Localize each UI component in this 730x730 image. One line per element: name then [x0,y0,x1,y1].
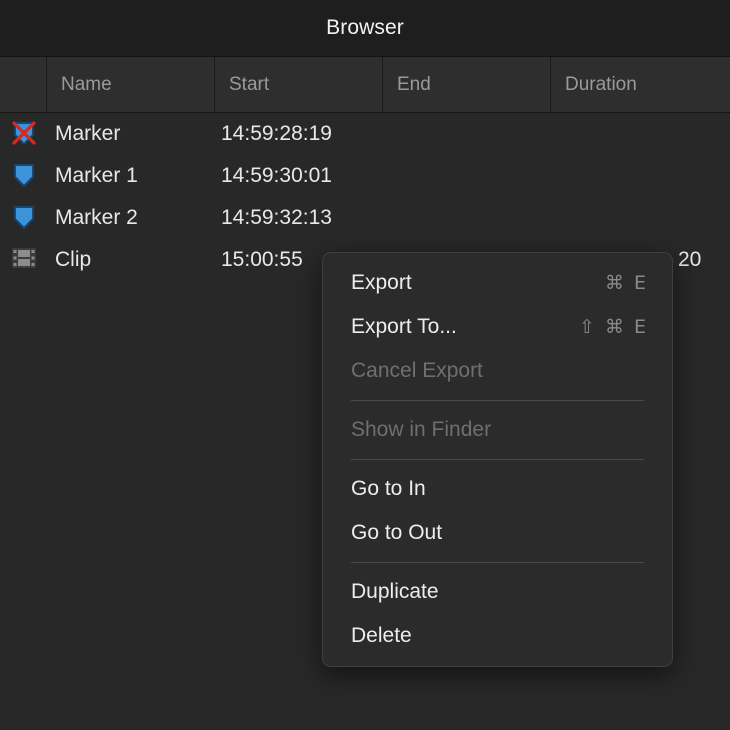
row-icon-cell [0,205,47,231]
menu-separator [351,400,644,401]
window-titlebar: Browser [0,0,730,56]
clip-filmstrip-icon [11,247,36,273]
marker-completed-icon [11,121,36,147]
row-icon-cell [0,163,47,189]
row-icon-cell [0,121,47,147]
menu-item-export-to[interactable]: Export To... ⇧ ⌘ E [323,305,672,349]
menu-item-label: Export [351,271,412,294]
menu-item-label: Go to In [351,477,426,500]
menu-item-label: Duplicate [351,580,439,603]
menu-item-export[interactable]: Export ⌘ E [323,261,672,305]
menu-item-go-to-in[interactable]: Go to In [323,467,672,511]
menu-item-label: Go to Out [351,521,443,544]
browser-window: Browser Name Start End Duration Marker 1… [0,0,730,730]
row-start: 15:00:55 [221,248,303,271]
table-row[interactable]: Marker 1 14:59:30:01 [0,155,730,197]
menu-item-label: Export To... [351,315,457,338]
menu-separator [351,459,644,460]
row-start: 14:59:30:01 [221,164,332,187]
menu-item-delete[interactable]: Delete [323,614,672,658]
table-row[interactable]: Marker 14:59:28:19 [0,113,730,155]
column-header-name[interactable]: Name [47,57,215,112]
menu-item-shortcut: ⇧ ⌘ E [578,316,648,338]
row-name: Clip [55,248,92,271]
row-name: Marker 2 [55,206,138,229]
row-name: Marker [55,122,121,145]
marker-icon [12,205,36,231]
row-icon-cell [0,247,47,273]
column-header-icon[interactable] [0,57,47,112]
menu-separator [351,562,644,563]
menu-item-label: Delete [351,624,412,647]
row-start: 14:59:28:19 [221,122,332,145]
row-name: Marker 1 [55,164,138,187]
column-header-start[interactable]: Start [215,57,383,112]
menu-item-shortcut: ⌘ E [604,272,648,294]
menu-item-duplicate[interactable]: Duplicate [323,570,672,614]
table-row[interactable]: Marker 2 14:59:32:13 [0,197,730,239]
row-start: 14:59:32:13 [221,206,332,229]
marker-icon [12,163,36,189]
menu-item-label: Cancel Export [351,359,483,382]
column-header-end[interactable]: End [383,57,551,112]
menu-item-label: Show in Finder [351,418,492,441]
menu-item-show-in-finder: Show in Finder [323,408,672,452]
menu-item-go-to-out[interactable]: Go to Out [323,511,672,555]
row-duration: 20 [678,248,702,271]
table-column-header: Name Start End Duration [0,56,730,113]
menu-item-cancel-export: Cancel Export [323,349,672,393]
window-title: Browser [326,16,404,39]
column-header-duration[interactable]: Duration [551,57,730,112]
context-menu: Export ⌘ E Export To... ⇧ ⌘ E Cancel Exp… [322,252,673,667]
